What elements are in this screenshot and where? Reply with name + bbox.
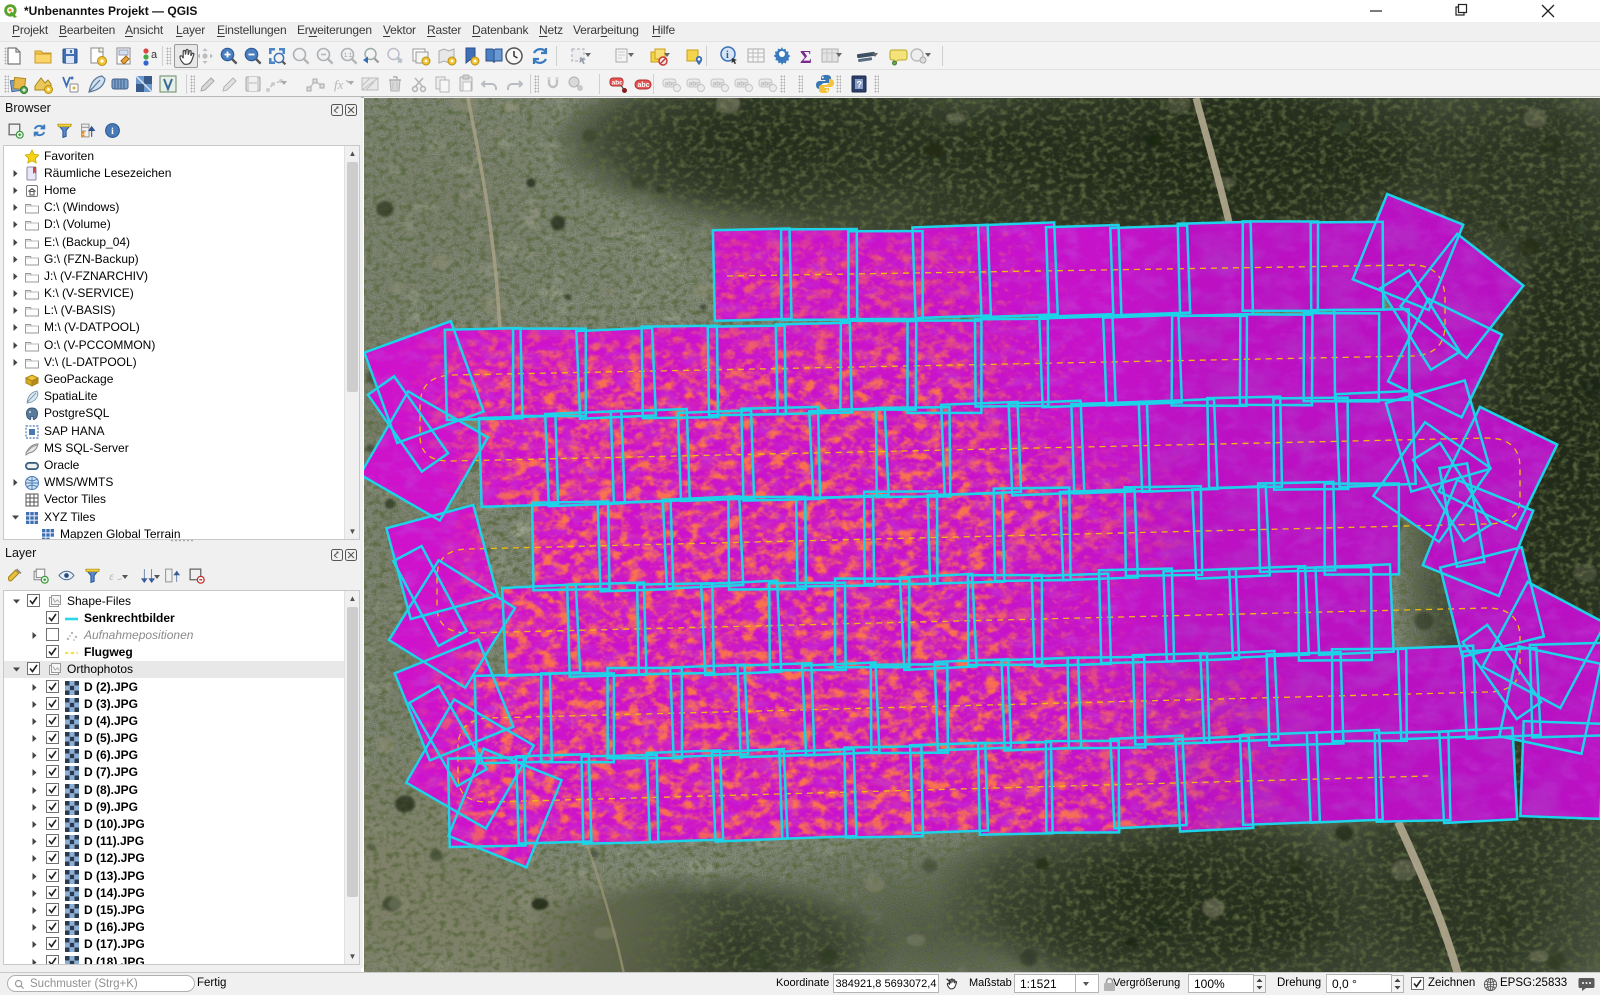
svg-text:1:1: 1:1 — [344, 53, 353, 59]
svg-text:abc: abc — [638, 82, 650, 89]
svg-text:i: i — [726, 50, 729, 61]
svg-text:ε: ε — [109, 570, 114, 583]
svg-text:Σ: Σ — [800, 47, 812, 67]
svg-text:i: i — [111, 126, 114, 137]
svg-text:?: ? — [857, 80, 863, 90]
svg-text:a: a — [151, 49, 158, 61]
svg-text:fx: fx — [334, 77, 344, 92]
